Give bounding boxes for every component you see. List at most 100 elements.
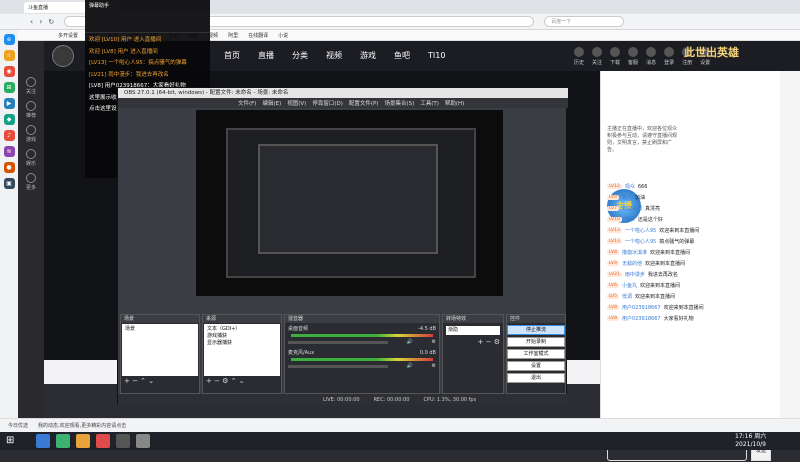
- site-logo[interactable]: [52, 45, 74, 67]
- right-tool-strip: [780, 71, 800, 432]
- obs-menu-item[interactable]: 工具(T): [420, 99, 439, 107]
- obs-menu-item[interactable]: 配置文件(P): [349, 99, 379, 107]
- obs-menu-item[interactable]: 停靠窗口(D): [312, 99, 343, 107]
- nav-item[interactable]: 直播: [258, 50, 274, 61]
- studio-mode-button[interactable]: 工作室模式: [507, 349, 565, 359]
- scene-toolbar[interactable]: + − ⌃ ⌄: [121, 377, 199, 385]
- scene-item[interactable]: 场景: [125, 325, 195, 332]
- rail-icon[interactable]: ♪: [3, 130, 15, 141]
- headset-icon: [628, 47, 639, 57]
- scenes-list: 场景: [122, 324, 198, 376]
- volume-slider[interactable]: [288, 364, 388, 368]
- rail-icon[interactable]: ▣: [3, 178, 15, 189]
- taskbar-app-icon[interactable]: [116, 434, 130, 448]
- taskbar-app-icon[interactable]: [36, 434, 50, 448]
- heart-icon: [25, 77, 36, 87]
- header-icon[interactable]: 登录: [664, 47, 674, 66]
- obs-menu-item[interactable]: 文件(F): [238, 99, 256, 107]
- overlay-line: [LV21] 雨中漫步：我进去再改名: [89, 71, 169, 78]
- windows-taskbar: ⊞ 17:16 周六 2021/10/9: [0, 432, 800, 450]
- chat-message: LV12 观众 666: [607, 183, 648, 190]
- nav-item[interactable]: 分类: [292, 50, 308, 61]
- rail-icon[interactable]: ●: [3, 162, 15, 173]
- taskbar-app-icon[interactable]: [136, 434, 150, 448]
- nav-item[interactable]: 视频: [326, 50, 342, 61]
- stop-streaming-button[interactable]: 停止推流: [507, 325, 565, 335]
- side-nav-game[interactable]: 游戏: [25, 125, 36, 143]
- settings-button[interactable]: 设置: [507, 361, 565, 371]
- gear-icon[interactable]: ⚙: [432, 363, 436, 369]
- rail-icon[interactable]: e: [3, 34, 15, 45]
- exit-button[interactable]: 退出: [507, 373, 565, 383]
- overlay-title: 弹幕助手: [89, 3, 110, 9]
- taskbar-apps: [36, 434, 150, 448]
- chat-message: LV10 观众 还是这个好: [607, 217, 663, 223]
- start-recording-button[interactable]: 开始录制: [507, 337, 565, 347]
- header-icon[interactable]: 客服: [628, 47, 638, 66]
- volume-slider[interactable]: [288, 340, 388, 344]
- bookmark[interactable]: 阿里: [228, 32, 238, 39]
- chat-message: LV13 一个啦心人95 欢迎来到本直播间: [607, 228, 700, 234]
- gear-icon[interactable]: ⚙: [432, 339, 436, 345]
- rec-timer: REC: 00:00:00: [373, 396, 410, 403]
- transition-select[interactable]: 渐隐: [446, 326, 500, 335]
- header-icon[interactable]: 下载: [610, 47, 620, 66]
- source-item[interactable]: 显示器捕获: [207, 339, 277, 346]
- source-item[interactable]: 游戏捕获: [207, 332, 277, 339]
- header-icon[interactable]: 消息: [646, 47, 656, 66]
- refresh-icon[interactable]: ↻: [48, 18, 54, 26]
- sources-dock-title: 来源: [203, 315, 281, 323]
- taskbar-app-icon[interactable]: [56, 434, 70, 448]
- rail-icon[interactable]: ◆: [3, 114, 15, 125]
- side-nav-follow[interactable]: 关注: [25, 77, 36, 95]
- rail-icon[interactable]: ≋: [3, 146, 15, 157]
- nav-item[interactable]: 鱼吧: [394, 50, 410, 61]
- header-icon[interactable]: 历史: [574, 47, 584, 66]
- status-left[interactable]: 今日优选: [8, 422, 28, 429]
- header-icon[interactable]: 关注: [592, 47, 602, 66]
- bookmark[interactable]: 多开设置: [58, 32, 78, 39]
- obs-menu-item[interactable]: 视图(V): [287, 99, 306, 107]
- taskbar-app-icon[interactable]: [96, 434, 110, 448]
- obs-preview[interactable]: [196, 110, 503, 296]
- more-icon: [25, 173, 36, 183]
- mixer-dock-title: 混音器: [285, 315, 439, 323]
- source-toolbar[interactable]: + − ⚙ ⌃ ⌄: [203, 377, 281, 385]
- rail-icon[interactable]: ◉: [3, 66, 15, 77]
- header-banner[interactable]: 此世出英雄: [684, 44, 739, 60]
- chat-message: LV8 用户023918667 大家看好礼物: [607, 316, 694, 322]
- side-nav-entertain[interactable]: 娱乐: [25, 149, 36, 167]
- controls-dock: 控件 停止推流 开始录制 工作室模式 设置 退出: [506, 314, 566, 394]
- speaker-icon[interactable]: 🔊: [407, 339, 413, 345]
- browser-search-input[interactable]: 百度一下: [544, 16, 625, 27]
- nav-item[interactable]: TI10: [428, 51, 445, 60]
- heart-icon: [592, 47, 603, 57]
- obs-menu-item[interactable]: 编辑(E): [262, 99, 281, 107]
- nav-item[interactable]: 首页: [224, 50, 240, 61]
- obs-menu-item[interactable]: 场景集合(S): [384, 99, 414, 107]
- taskbar-clock[interactable]: 17:16 周六 2021/10/9: [735, 433, 766, 449]
- forward-icon[interactable]: ›: [39, 17, 42, 26]
- nav-item[interactable]: 游戏: [360, 50, 376, 61]
- rail-icon[interactable]: ☆: [3, 50, 15, 61]
- download-icon: [610, 47, 621, 57]
- obs-title-bar[interactable]: OBS 27.0.1 (64-bit, windows) - 配置文件: 未命名…: [118, 88, 568, 98]
- side-nav-more[interactable]: 更多: [25, 173, 36, 191]
- windows-start-icon[interactable]: ⊞: [6, 435, 18, 447]
- gamepad-icon: [25, 125, 36, 135]
- side-nav-recommend[interactable]: 推荐: [25, 101, 36, 119]
- rail-icon[interactable]: ▶: [3, 98, 15, 109]
- obs-menu-item[interactable]: 帮助(H): [445, 99, 464, 107]
- audio-meter: [291, 334, 433, 337]
- back-icon[interactable]: ‹: [30, 17, 33, 26]
- source-item[interactable]: 文本（GDI+）: [207, 325, 277, 332]
- speaker-icon[interactable]: 🔊: [407, 363, 413, 369]
- rail-icon[interactable]: ⊞: [3, 82, 15, 93]
- taskbar-app-icon[interactable]: [76, 434, 90, 448]
- transition-toolbar[interactable]: + − ⚙: [443, 338, 503, 346]
- user-icon: [664, 47, 675, 57]
- bookmark[interactable]: 在线翻译: [248, 32, 268, 39]
- bookmark[interactable]: 小说: [278, 32, 288, 39]
- audio-meter: [291, 358, 433, 361]
- controls-dock-title: 控件: [507, 315, 565, 323]
